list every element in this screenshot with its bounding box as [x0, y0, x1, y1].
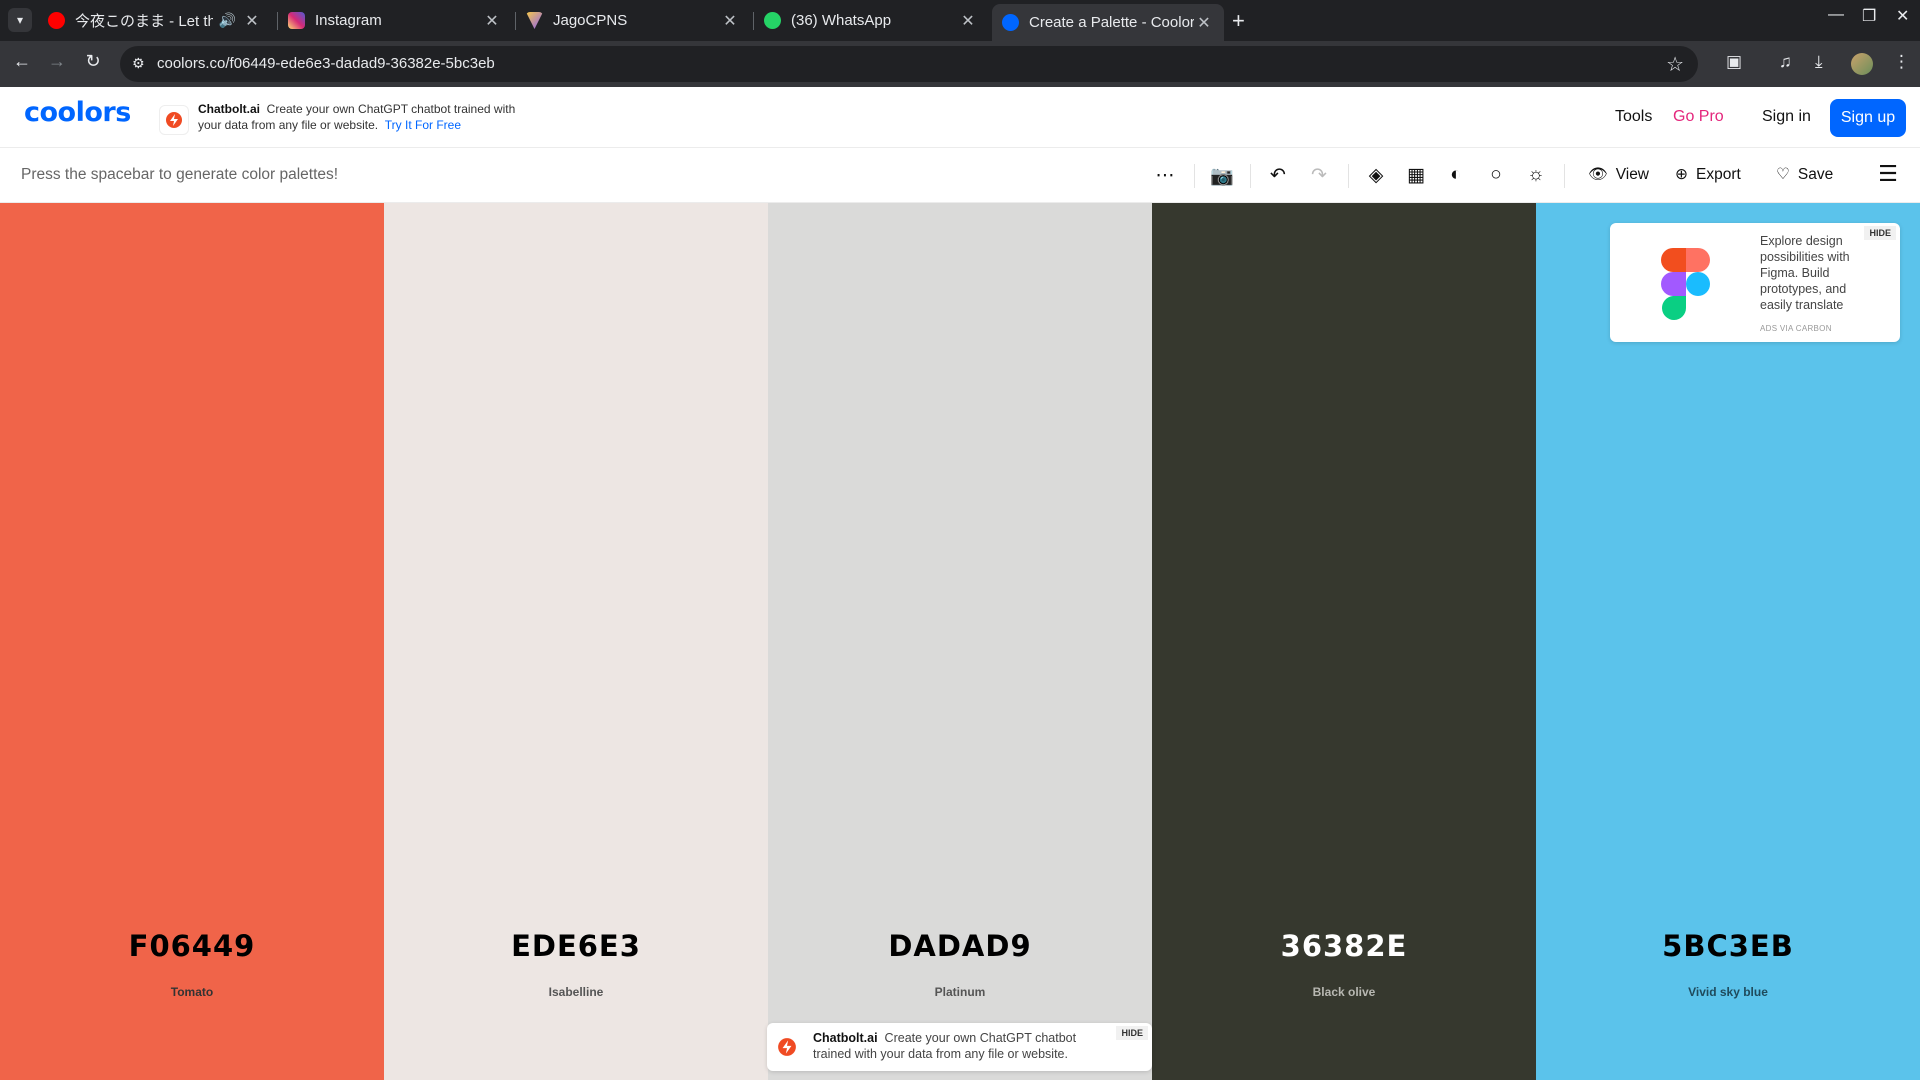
glasses-icon[interactable]: ○ [1484, 164, 1508, 186]
profile-avatar[interactable] [1851, 53, 1873, 75]
grid-icon[interactable]: ▦ [1404, 164, 1428, 187]
extensions-icon[interactable]: ▣ [1726, 52, 1742, 72]
swatch-hex-code[interactable]: 36382E [1152, 929, 1536, 963]
swatch-hex-code[interactable]: 5BC3EB [1536, 929, 1920, 963]
address-bar[interactable]: ⚙ coolors.co/f06449-ede6e3-dadad9-36382e… [120, 46, 1698, 82]
browser-menu-icon[interactable]: ⋮ [1893, 52, 1910, 72]
coolors-logo[interactable]: coolors [24, 97, 131, 128]
site-header: coolors Chatbolt.ai Create your own Chat… [0, 87, 1920, 148]
redo-icon[interactable]: ↷ [1307, 164, 1331, 187]
hamburger-menu-icon[interactable]: ☰ [1876, 161, 1900, 187]
close-window-icon[interactable]: ✕ [1896, 6, 1909, 26]
tab-instagram[interactable]: Instagram ✕ [278, 4, 512, 37]
go-pro-link[interactable]: Go Pro [1673, 108, 1724, 126]
ad-cta-link[interactable]: Try It For Free [385, 118, 461, 132]
sign-up-button[interactable]: Sign up [1830, 99, 1906, 137]
swatch-color-name[interactable]: Vivid sky blue [1536, 985, 1920, 999]
hide-ad-button[interactable]: HIDE [1116, 1026, 1148, 1040]
tools-menu[interactable]: Tools [1615, 108, 1652, 126]
instagram-icon [288, 12, 305, 29]
color-swatch[interactable]: F06449 Tomato [0, 203, 384, 1080]
tab-search-button[interactable]: ▾ [8, 8, 32, 32]
eye-icon: 👁 [1588, 166, 1608, 183]
bookmark-star-icon[interactable]: ☆ [1666, 52, 1684, 77]
swatch-color-name[interactable]: Platinum [768, 985, 1152, 999]
carbon-ad[interactable]: HIDE Explore design possibilities with F… [1610, 223, 1900, 342]
swatch-color-name[interactable]: Isabelline [384, 985, 768, 999]
ad-brand: Chatbolt.ai [813, 1031, 878, 1045]
minimize-icon[interactable]: — [1828, 6, 1844, 24]
toolbar-divider [1250, 164, 1251, 188]
tab-whatsapp[interactable]: (36) WhatsApp ✕ [754, 4, 988, 37]
export-button[interactable]: ⊕ Export [1675, 165, 1741, 184]
media-control-icon[interactable]: ♫ [1779, 52, 1792, 72]
palette-toolbar: Press the spacebar to generate color pal… [0, 148, 1920, 203]
browser-tab-bar: ▾ 今夜このまま - Let the N 🔊 ✕ Instagram ✕ Jag… [0, 0, 1920, 41]
camera-icon[interactable]: 📷 [1210, 164, 1234, 188]
tab-youtube[interactable]: 今夜このまま - Let the N 🔊 ✕ [38, 4, 272, 37]
tab-coolors[interactable]: Create a Palette - Coolors ✕ [992, 4, 1224, 41]
color-swatch[interactable]: DADAD9 Platinum [768, 203, 1152, 1080]
toolbar-divider [1564, 164, 1565, 188]
bottom-ad[interactable]: Chatbolt.ai Create your own ChatGPT chat… [767, 1023, 1152, 1071]
chatbolt-icon [159, 105, 189, 135]
new-tab-icon[interactable]: + [1232, 8, 1245, 34]
restore-icon[interactable]: ❐ [1862, 6, 1876, 26]
toolbar-divider [1348, 164, 1349, 188]
tab-close-icon[interactable]: ✕ [1194, 13, 1214, 33]
swatch-color-name[interactable]: Black olive [1152, 985, 1536, 999]
browser-toolbar: ← → ↻ ⚙ coolors.co/f06449-ede6e3-dadad9-… [0, 41, 1920, 87]
undo-icon[interactable]: ↶ [1266, 164, 1290, 187]
back-icon[interactable]: ← [9, 51, 35, 72]
swatch-hex-code[interactable]: DADAD9 [768, 929, 1152, 963]
tab-close-icon[interactable]: ✕ [958, 11, 978, 31]
view-button[interactable]: 👁 View [1588, 165, 1649, 184]
tab-jagocpns[interactable]: JagoCPNS ✕ [516, 4, 750, 37]
spacebar-hint: Press the spacebar to generate color pal… [21, 166, 339, 183]
download-icon[interactable]: ⤓ [1815, 52, 1823, 72]
jagocpns-icon [526, 12, 543, 29]
tab-close-icon[interactable]: ✕ [482, 11, 502, 31]
url-text[interactable]: coolors.co/f06449-ede6e3-dadad9-36382e-5… [157, 55, 495, 72]
carbon-ad-text: Explore design possibilities with Figma.… [1760, 234, 1850, 312]
swatch-hex-code[interactable]: EDE6E3 [384, 929, 768, 963]
speaker-icon[interactable]: 🔊 [219, 12, 236, 29]
brightness-icon[interactable]: ☼ [1524, 164, 1548, 186]
tab-close-icon[interactable]: ✕ [242, 11, 262, 31]
figma-logo-icon [1661, 248, 1710, 320]
ad-brand: Chatbolt.ai [198, 102, 260, 116]
site-info-icon[interactable]: ⚙ [132, 55, 145, 72]
color-swatch[interactable]: 36382E Black olive [1152, 203, 1536, 1080]
coolors-favicon-icon [1002, 14, 1019, 31]
reload-icon[interactable]: ↻ [80, 51, 106, 72]
more-options-icon[interactable]: ⋯ [1153, 164, 1177, 187]
color-swatch[interactable]: EDE6E3 Isabelline [384, 203, 768, 1080]
share-icon: ⊕ [1675, 166, 1688, 183]
carbon-ad-attribution[interactable]: ADS VIA CARBON [1760, 324, 1832, 333]
save-button[interactable]: ♡ Save [1776, 165, 1833, 184]
toolbar-divider [1194, 164, 1195, 188]
chatbolt-icon [778, 1038, 796, 1056]
shapes-icon[interactable]: ◈ [1364, 164, 1388, 187]
forward-icon[interactable]: → [44, 51, 70, 72]
sign-in-link[interactable]: Sign in [1762, 108, 1811, 126]
youtube-icon [48, 12, 65, 29]
tab-close-icon[interactable]: ✕ [720, 11, 740, 31]
whatsapp-icon [764, 12, 781, 29]
swatch-color-name[interactable]: Tomato [0, 985, 384, 999]
contrast-icon[interactable]: ◐ [1444, 164, 1468, 186]
swatch-hex-code[interactable]: F06449 [0, 929, 384, 963]
heart-icon: ♡ [1776, 166, 1790, 183]
